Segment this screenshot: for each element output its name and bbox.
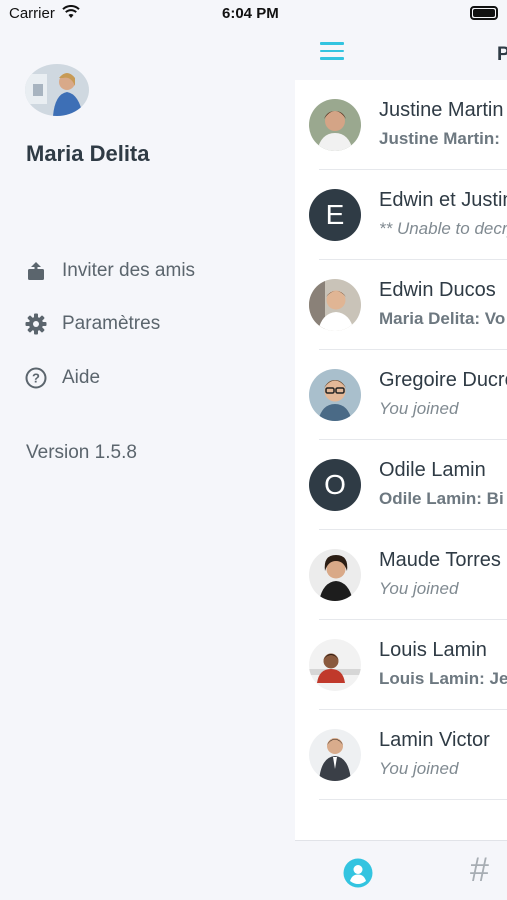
avatar xyxy=(309,639,361,691)
conversation-item[interactable]: E Edwin et Justine ** Unable to decrypt xyxy=(295,170,507,260)
user-avatar[interactable] xyxy=(25,64,89,116)
side-drawer: Maria Delita Inviter des amis Paramètres… xyxy=(0,0,295,900)
conversation-item[interactable]: Maude Torres You joined xyxy=(295,530,507,620)
conversation-preview: ** Unable to decrypt xyxy=(379,219,507,238)
tab-bar: # xyxy=(295,840,507,900)
wifi-icon xyxy=(62,5,80,24)
avatar xyxy=(309,369,361,421)
conversation-name: Louis Lamin xyxy=(379,639,487,661)
menu-item-label: Inviter des amis xyxy=(62,260,196,281)
app-version: Version 1.5.8 xyxy=(26,442,137,463)
help-icon: ? xyxy=(24,366,48,390)
avatar xyxy=(309,99,361,151)
user-name: Maria Delita xyxy=(26,141,150,166)
conversation-preview: Odile Lamin: Bi xyxy=(379,489,504,508)
conversation-name: Justine Martin xyxy=(379,99,504,121)
conversation-preview: Justine Martin: xyxy=(379,129,500,148)
conversation-preview: You joined xyxy=(379,579,459,598)
conversation-name: Edwin et Justine xyxy=(379,189,507,211)
share-icon xyxy=(24,259,48,283)
conversation-preview: You joined xyxy=(379,759,459,778)
divider xyxy=(319,799,507,800)
avatar xyxy=(309,279,361,331)
menu-item-label: Paramètres xyxy=(62,313,161,334)
people-tab-icon[interactable] xyxy=(343,858,373,893)
menu-help[interactable]: ? Aide xyxy=(24,363,100,393)
conversation-item[interactable]: Gregoire Ducros You joined xyxy=(295,350,507,440)
menu-settings[interactable]: Paramètres xyxy=(24,309,160,339)
status-bar: Carrier 6:04 PM xyxy=(0,0,507,28)
svg-text:?: ? xyxy=(32,371,40,386)
battery-icon xyxy=(470,6,498,20)
conversation-preview: Louis Lamin: Je xyxy=(379,669,507,688)
menu-icon[interactable] xyxy=(320,42,344,62)
conversation-item[interactable]: Louis Lamin Louis Lamin: Je xyxy=(295,620,507,710)
carrier-label: Carrier xyxy=(9,5,55,22)
avatar: E xyxy=(309,189,361,241)
conversation-item[interactable]: Edwin Ducos Maria Delita: Vo xyxy=(295,260,507,350)
conversation-item[interactable]: Lamin Victor You joined xyxy=(295,710,507,800)
clock: 6:04 PM xyxy=(222,5,279,22)
conversations-panel[interactable]: P Justine Martin Justine Martin: E Edwin… xyxy=(295,0,507,900)
rooms-tab-icon[interactable]: # xyxy=(470,851,489,890)
conversation-item[interactable]: O Odile Lamin Odile Lamin: Bi xyxy=(295,440,507,530)
page-title: P xyxy=(497,44,507,65)
menu-item-label: Aide xyxy=(62,367,101,388)
conversation-name: Edwin Ducos xyxy=(379,279,496,301)
gear-icon xyxy=(24,312,48,336)
avatar: O xyxy=(309,459,361,511)
conversation-item[interactable]: Justine Martin Justine Martin: xyxy=(295,80,507,170)
conversation-name: Maude Torres xyxy=(379,549,501,571)
conversation-name: Odile Lamin xyxy=(379,459,486,481)
menu-invite-friends[interactable]: Inviter des amis xyxy=(24,256,195,286)
avatar xyxy=(309,549,361,601)
conversation-preview: Maria Delita: Vo xyxy=(379,309,506,328)
conversation-preview: You joined xyxy=(379,399,459,418)
avatar xyxy=(309,729,361,781)
conversation-name: Gregoire Ducros xyxy=(379,369,507,391)
conversation-name: Lamin Victor xyxy=(379,729,490,751)
